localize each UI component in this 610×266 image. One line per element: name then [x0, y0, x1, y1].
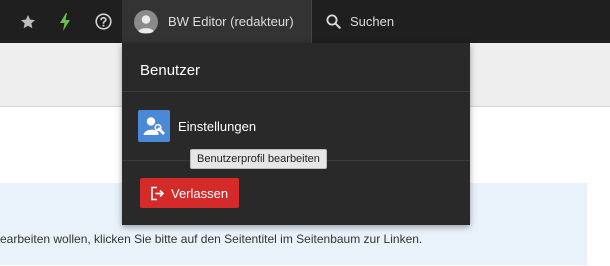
info-text: earbeiten wollen, klicken Sie bitte auf … — [0, 232, 423, 246]
top-toolbar: BW Editor (redakteur) Suchen — [0, 0, 610, 43]
help-icon — [94, 13, 112, 30]
bookmarks-button[interactable] — [10, 0, 46, 43]
logout-icon — [151, 186, 165, 200]
star-icon — [21, 14, 35, 28]
menu-item-settings[interactable]: Einstellungen — [138, 110, 256, 142]
search-icon — [326, 14, 341, 29]
user-settings-icon — [138, 110, 170, 142]
user-menu-label: BW Editor (redakteur) — [168, 14, 294, 29]
menu-item-label: Einstellungen — [178, 118, 257, 134]
logout-label: Verlassen — [171, 185, 229, 201]
logout-button[interactable]: Verlassen — [140, 178, 239, 208]
search-label: Suchen — [350, 14, 395, 29]
avatar — [134, 9, 158, 34]
user-avatar-icon — [137, 14, 155, 33]
bolt-icon — [60, 12, 70, 31]
user-dropdown-menu: Benutzer Einstellungen Verlassen — [122, 43, 470, 225]
user-menu-button[interactable]: BW Editor (redakteur) — [122, 0, 311, 43]
search-button[interactable]: Suchen — [312, 0, 412, 43]
tooltip: Benutzerprofil bearbeiten — [190, 149, 327, 169]
dropdown-divider — [122, 91, 470, 92]
dropdown-title: Benutzer — [140, 62, 201, 79]
clear-cache-button[interactable] — [47, 0, 83, 43]
help-button[interactable] — [85, 0, 121, 43]
